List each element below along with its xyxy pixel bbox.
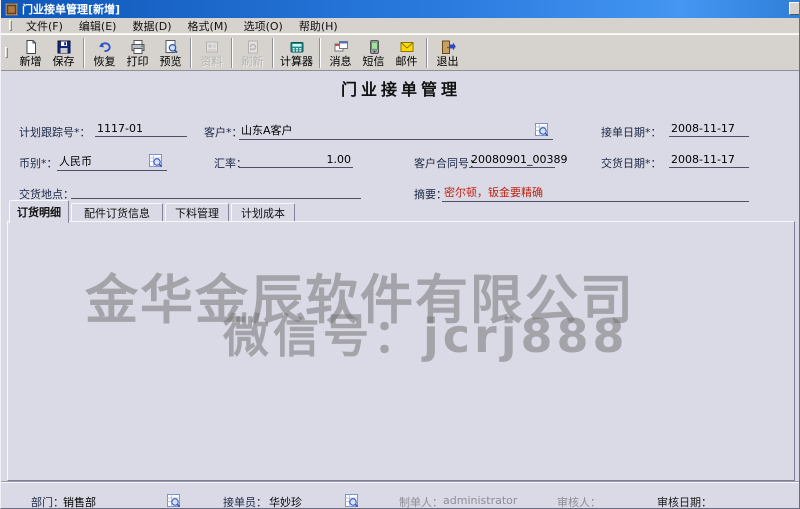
delivery-date-field[interactable]: 2008-11-17 [669,153,749,168]
exit-button[interactable]: 退出 [431,36,464,70]
app-icon [5,3,18,16]
exchange-rate-field[interactable]: 1.00 [239,153,353,168]
department-lookup-icon[interactable] [167,494,180,507]
data-card-icon [204,39,220,55]
minimize-button[interactable] [789,2,800,15]
toolbar-separator [190,38,192,68]
contract-no-field[interactable]: 20080901_00389 [469,153,555,168]
refresh-icon [245,39,261,55]
summary-field[interactable]: 密尔顿，钣金要精确 [442,184,749,202]
customer-lookup-icon[interactable] [535,123,548,136]
mail-envelope-icon [399,39,415,55]
tab-material-mgmt[interactable]: 下料管理 [165,203,229,222]
menu-options[interactable]: 选项(O) [236,17,291,35]
new-button[interactable]: 新增 [14,36,47,70]
preview-button[interactable]: 预览 [154,36,187,70]
message-button[interactable]: 消息 [324,36,357,70]
clerk-value[interactable]: 华妙珍 [269,494,302,509]
page-title: 门业接单管理 [1,76,800,100]
maker-label: 制单人： [399,494,443,509]
department-value[interactable]: 销售部 [63,494,96,509]
department-label: 部门： [31,494,64,509]
window-title: 门业接单管理[新增] [22,1,120,17]
menu-help[interactable]: 帮助(H) [291,17,346,35]
titlebar: 门业接单管理[新增] [1,0,800,18]
calculator-button[interactable]: 计算器 [277,36,316,70]
message-icon [333,39,349,55]
preview-icon [163,39,179,55]
toolbar-separator [231,38,233,68]
save-button[interactable]: 保存 [47,36,80,70]
customer-label: 客户*： [204,124,243,140]
print-button[interactable]: 打印 [121,36,154,70]
plan-no-field[interactable]: 1117-01 [95,122,187,137]
tabpage-order-detail [7,221,795,481]
plan-no-label: 计划跟踪号*： [19,124,91,140]
menubar: 文件(F) 编辑(E) 数据(D) 格式(M) 选项(O) 帮助(H) [1,18,800,34]
printer-icon [130,39,146,55]
customer-field[interactable]: 山东A客户 [239,122,553,140]
undo-arrow-icon [97,39,113,55]
clerk-lookup-icon[interactable] [345,494,358,507]
delivery-place-field[interactable] [71,184,361,199]
menu-format[interactable]: 格式(M) [180,17,236,35]
tab-plan-cost[interactable]: 计划成本 [231,203,295,222]
currency-lookup-icon[interactable] [149,154,162,167]
toolbar: 新增 保存 恢复 打印 预览 资料 刷新 [1,34,800,71]
auditor-label: 审核人： [557,494,601,509]
undo-button[interactable]: 恢复 [88,36,121,70]
tab-order-detail[interactable]: 订货明细 [9,200,69,223]
menu-edit[interactable]: 编辑(E) [71,17,125,35]
toolbar-separator [83,38,85,68]
currency-label: 币别*： [19,155,58,171]
delivery-date-label: 交货日期*： [601,155,662,171]
data-button: 资料 [195,36,228,70]
order-date-field[interactable]: 2008-11-17 [669,122,749,137]
save-icon [56,39,72,55]
new-document-icon [23,39,39,55]
tab-accessory-info[interactable]: 配件订货信息 [71,203,163,222]
clerk-label: 接单员： [223,494,267,509]
menu-file[interactable]: 文件(F) [18,17,71,35]
exit-door-icon [440,39,456,55]
mobile-phone-icon [366,39,382,55]
menu-data[interactable]: 数据(D) [124,17,179,35]
order-date-label: 接单日期*： [601,124,662,140]
calculator-icon [289,39,305,55]
audit-date-label: 审核日期： [657,494,712,509]
mail-button[interactable]: 邮件 [390,36,423,70]
toolbar-grip[interactable] [5,47,8,58]
toolbar-separator [319,38,321,68]
maker-value: administrator [443,494,517,507]
toolbar-separator [272,38,274,68]
toolbar-separator [426,38,428,68]
app-window: 门业接单管理[新增] 文件(F) 编辑(E) 数据(D) 格式(M) 选项(O)… [0,0,800,509]
refresh-button: 刷新 [236,36,269,70]
footer-divider [1,481,800,483]
sms-button[interactable]: 短信 [357,36,390,70]
menubar-grip[interactable] [9,20,12,31]
